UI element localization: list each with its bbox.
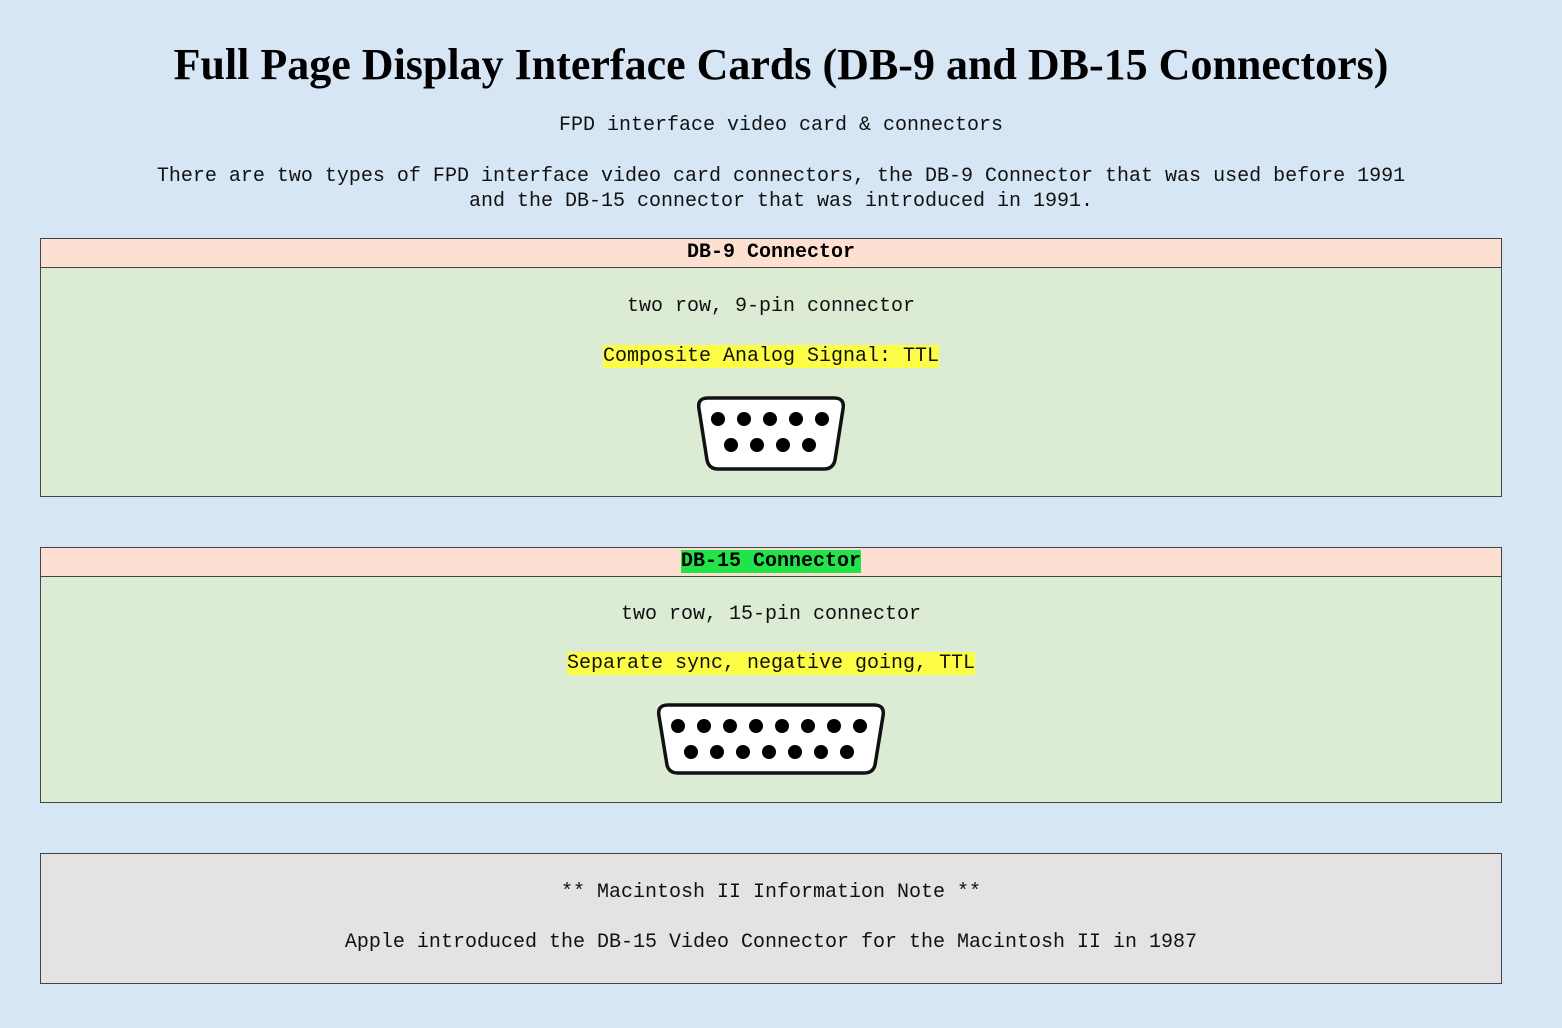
- db9-pin-bottom: [802, 438, 816, 452]
- db15-pin-top: [749, 719, 763, 733]
- db15-pin-bottom: [710, 745, 724, 759]
- db15-pin-top: [827, 719, 841, 733]
- db15-card-header: DB-15 Connector: [41, 548, 1501, 577]
- db9-card: DB-9 Connector two row, 9-pin connector …: [40, 238, 1502, 497]
- db9-card-title: DB-9 Connector: [686, 241, 856, 264]
- db15-pin-top: [853, 719, 867, 733]
- db15-pin-bottom: [840, 745, 854, 759]
- db15-connector-wrap: [41, 702, 1501, 784]
- db9-signal: Composite Analog Signal: TTL: [602, 345, 940, 368]
- db9-card-header: DB-9 Connector: [41, 239, 1501, 268]
- db9-description: two row, 9-pin connector: [626, 295, 916, 318]
- db15-pin-bottom: [736, 745, 750, 759]
- db9-pin-top: [763, 412, 777, 426]
- db15-pin-bottom: [684, 745, 698, 759]
- db9-pin-bottom: [750, 438, 764, 452]
- db15-pin-bottom: [762, 745, 776, 759]
- db15-card: DB-15 Connector two row, 15-pin connecto…: [40, 547, 1502, 803]
- db9-pin-top: [789, 412, 803, 426]
- page-title: Full Page Display Interface Cards (DB-9 …: [173, 40, 1389, 89]
- db15-connector-icon: [656, 703, 886, 775]
- db15-description: two row, 15-pin connector: [620, 603, 922, 626]
- db9-pin-top: [711, 412, 725, 426]
- db9-signal-line: Composite Analog Signal: TTL: [41, 345, 1501, 369]
- page-subtitle: FPD interface video card & connectors: [558, 114, 1004, 137]
- db9-connector-icon: [696, 396, 846, 471]
- db9-pin-bottom: [776, 438, 790, 452]
- db9-connector-wrap: [41, 394, 1501, 476]
- db15-signal-line: Separate sync, negative going, TTL: [41, 652, 1501, 676]
- db9-pin-top: [815, 412, 829, 426]
- note-title: ** Macintosh II Information Note **: [560, 881, 982, 904]
- db9-pin-bottom: [724, 438, 738, 452]
- db15-pin-top: [697, 719, 711, 733]
- info-note: ** Macintosh II Information Note ** Appl…: [40, 853, 1502, 984]
- db15-pin-top: [775, 719, 789, 733]
- db15-pin-bottom: [788, 745, 802, 759]
- db15-pin-top: [801, 719, 815, 733]
- db15-pin-top: [723, 719, 737, 733]
- db15-pin-top: [671, 719, 685, 733]
- db15-card-title: DB-15 Connector: [680, 550, 862, 573]
- db9-pin-top: [737, 412, 751, 426]
- db15-pin-bottom: [814, 745, 828, 759]
- intro-paragraph: There are two types of FPD interface vid…: [156, 165, 1406, 213]
- db15-signal: Separate sync, negative going, TTL: [566, 652, 976, 675]
- note-text: Apple introduced the DB-15 Video Connect…: [344, 931, 1198, 954]
